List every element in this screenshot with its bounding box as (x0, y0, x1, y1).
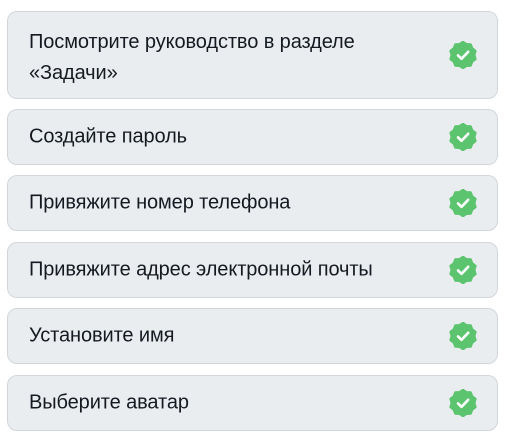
check-badge-icon (449, 123, 477, 151)
task-item-set-name[interactable]: Установите имя (7, 308, 498, 364)
check-badge-icon (449, 256, 477, 284)
task-item-link-phone[interactable]: Привяжите номер телефона (7, 175, 498, 231)
task-label: Привяжите адрес электронной почты (29, 258, 373, 281)
check-badge-icon (449, 389, 477, 417)
task-label: Выберите аватар (29, 391, 189, 414)
task-label: Привяжите номер телефона (29, 191, 291, 214)
task-label: Посмотрите руководство в разделе «Задачи… (29, 31, 355, 84)
check-badge-icon (449, 322, 477, 350)
task-item-choose-avatar[interactable]: Выберите аватар (7, 375, 498, 431)
task-item-view-guide[interactable]: Посмотрите руководство в разделе «Задачи… (7, 11, 498, 99)
check-badge-icon (449, 189, 477, 217)
check-badge-icon (449, 41, 477, 69)
task-item-create-password[interactable]: Создайте пароль (7, 109, 498, 165)
task-label: Создайте пароль (29, 125, 188, 148)
task-label: Установите имя (29, 324, 175, 347)
task-item-link-email[interactable]: Привяжите адрес электронной почты (7, 242, 498, 298)
